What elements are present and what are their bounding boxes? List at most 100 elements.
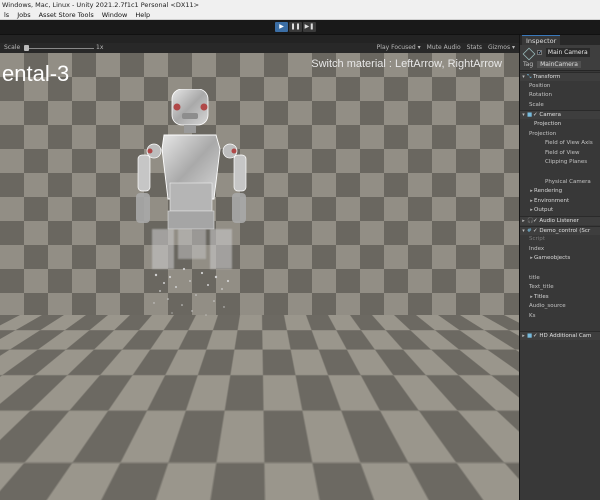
inspector-field-row[interactable]: Projection (520, 120, 600, 129)
inspector-row-label: Ks (529, 313, 536, 319)
inspector-row-label: Field of View Axis (545, 140, 593, 147)
menu-item-help[interactable]: Help (131, 10, 154, 19)
inspector-row-label: Script (529, 236, 545, 243)
inspector-field-row[interactable]: Field of View (520, 149, 600, 158)
inspector-row-label: Output (534, 207, 554, 214)
scale-slider-track[interactable] (24, 47, 94, 49)
step-button[interactable]: ▶❚ (303, 22, 316, 32)
inspector-row-label: Scale (529, 101, 544, 108)
inspector-field-row (520, 264, 600, 273)
inspector-field-row[interactable]: Ks (520, 312, 600, 321)
inspector-tab-strip: Inspector (520, 35, 600, 45)
inspector-field-row[interactable]: ▸Rendering (520, 187, 600, 196)
inspector-field-row[interactable]: ▸Output (520, 206, 600, 215)
game-viewport[interactable]: ental-3 Switch material : LeftArrow, Rig… (0, 53, 519, 500)
gameobject-cube-icon (522, 47, 536, 61)
inspector-row-label: ✓ Camera (533, 112, 561, 119)
inspector-field-row[interactable]: Physical Camera (520, 178, 600, 187)
inspector-row-label: Audio_source (529, 303, 566, 310)
inspector-field-row[interactable]: Text_title (520, 283, 600, 292)
inspector-field-row[interactable]: Position (520, 82, 600, 91)
inspector-row-label: Index (529, 245, 545, 252)
inspector-row-label: Gameobjects (534, 255, 571, 262)
inspector-row-label: Field of View (545, 149, 580, 156)
inspector-header: ✓ Main Camera Tag MainCamera (520, 45, 600, 71)
inspector-field-row[interactable]: Clipping Planes (520, 158, 600, 167)
play-focused-dropdown[interactable]: Play Focused ▾ (377, 43, 421, 53)
inspector-row-label: Projection (534, 121, 562, 127)
inspector-field-row[interactable]: Projection (520, 130, 600, 139)
inspector-field-row (520, 168, 600, 177)
inspector-row-label: Text_title (529, 284, 554, 291)
object-name-row: ✓ Main Camera (537, 48, 600, 57)
inspector-component-header[interactable]: ▾ #✓ Demo_control (Scr (520, 225, 600, 235)
floor-shading (0, 315, 519, 500)
foldout-arrow-icon[interactable]: ▸ (520, 332, 527, 340)
inspector-field-row[interactable]: Rotation (520, 91, 600, 100)
inspector-field-row[interactable]: Scale (520, 101, 600, 110)
menu-bar: ls Jobs Asset Store Tools Window Help (0, 10, 600, 20)
inspector-row-label: Projection (529, 130, 557, 137)
inspector-field-row[interactable]: ▸Gameobjects (520, 254, 600, 263)
tab-inspector[interactable]: Inspector (522, 35, 561, 45)
tag-dropdown[interactable]: MainCamera (537, 61, 581, 68)
robot-figure (136, 89, 247, 316)
inspector-field-row[interactable]: Script (520, 235, 600, 244)
inspector-field-row[interactable]: Field of View Axis (520, 139, 600, 148)
inspector-row-label: Rendering (534, 188, 563, 195)
pause-button[interactable]: ❚❚ (289, 22, 302, 32)
scene-title-overlay: ental-3 (2, 61, 70, 86)
inspector-panel: Inspector ✓ Main Camera Tag MainCamera ▾… (519, 35, 600, 500)
inspector-row-label: Environment (534, 197, 570, 204)
menu-item-tools[interactable]: ls (0, 10, 13, 19)
main-toolbar: ▶ ❚❚ ▶❚ (0, 20, 600, 35)
switch-material-hint: Switch material : LeftArrow, RightArrow (311, 58, 502, 70)
game-view: Scale 1x Play Focused ▾ Mute Audio Stats… (0, 35, 519, 500)
inspector-field-row[interactable]: ▸Environment (520, 197, 600, 206)
tag-row: Tag MainCamera (523, 60, 581, 69)
material-nav-arrows[interactable]: < > (457, 465, 511, 486)
inspector-field-row[interactable]: ▸Titles (520, 293, 600, 302)
inspector-row-label: ✓ Audio Listener (533, 218, 579, 224)
scale-slider-handle[interactable] (24, 45, 29, 51)
status-bar (0, 490, 519, 500)
game-view-toolbar: Scale 1x Play Focused ▾ Mute Audio Stats… (0, 43, 519, 53)
horizontal-scrollbar[interactable] (300, 495, 348, 500)
object-name-field[interactable]: Main Camera (545, 48, 590, 57)
inspector-row-label: ✓ HD Additional Cam (533, 333, 592, 340)
foldout-arrow-icon[interactable]: ▾ (520, 73, 527, 81)
foldout-arrow-icon[interactable]: ▾ (520, 111, 527, 119)
inspector-row-label: ✓ Demo_control (Scr (533, 227, 591, 234)
active-checkbox[interactable]: ✓ (537, 50, 542, 56)
foldout-arrow-icon[interactable]: ▸ (520, 217, 527, 225)
mute-audio-toggle[interactable]: Mute Audio (427, 43, 461, 53)
inspector-field-row[interactable]: Audio_source (520, 302, 600, 311)
menu-item-jobs[interactable]: Jobs (13, 10, 34, 19)
play-controls: ▶ ❚❚ ▶❚ (275, 22, 316, 32)
inspector-component-header[interactable]: ▸ ■✓ HD Additional Cam (520, 331, 600, 341)
menu-item-window[interactable]: Window (98, 10, 132, 19)
gizmos-dropdown[interactable]: Gizmos ▾ (488, 43, 515, 53)
inspector-row-label: Rotation (529, 92, 553, 99)
inspector-row-label: Transform (533, 74, 561, 80)
inspector-row-label: Clipping Planes (545, 159, 588, 166)
menu-item-asset-store-tools[interactable]: Asset Store Tools (35, 10, 98, 19)
inspector-row-label: Titles (534, 293, 549, 300)
game-view-tab-strip (0, 35, 519, 43)
inspector-component-header[interactable]: ▾ ■✓ Camera (520, 110, 600, 120)
foldout-arrow-icon[interactable]: ▾ (520, 227, 527, 235)
stats-toggle[interactable]: Stats (467, 43, 482, 53)
inspector-row-label: Physical Camera (545, 178, 591, 185)
window-title: Windows, Mac, Linux - Unity 2021.2.7f1c1… (0, 0, 600, 10)
inspector-field-row[interactable]: title (520, 274, 600, 283)
inspector-field-row[interactable]: Index (520, 245, 600, 254)
scale-value: 1x (96, 44, 104, 51)
inspector-row-label: Position (529, 82, 551, 89)
play-button[interactable]: ▶ (275, 22, 288, 32)
inspector-component-header[interactable]: ▸ 🎧✓ Audio Listener (520, 216, 600, 225)
inspector-field-row (520, 322, 600, 331)
inspector-row-label: title (529, 274, 540, 281)
scale-label: Scale (4, 44, 21, 51)
inspector-component-header[interactable]: ▾ ⤡ Transform (520, 72, 600, 81)
tag-label: Tag (523, 61, 534, 68)
